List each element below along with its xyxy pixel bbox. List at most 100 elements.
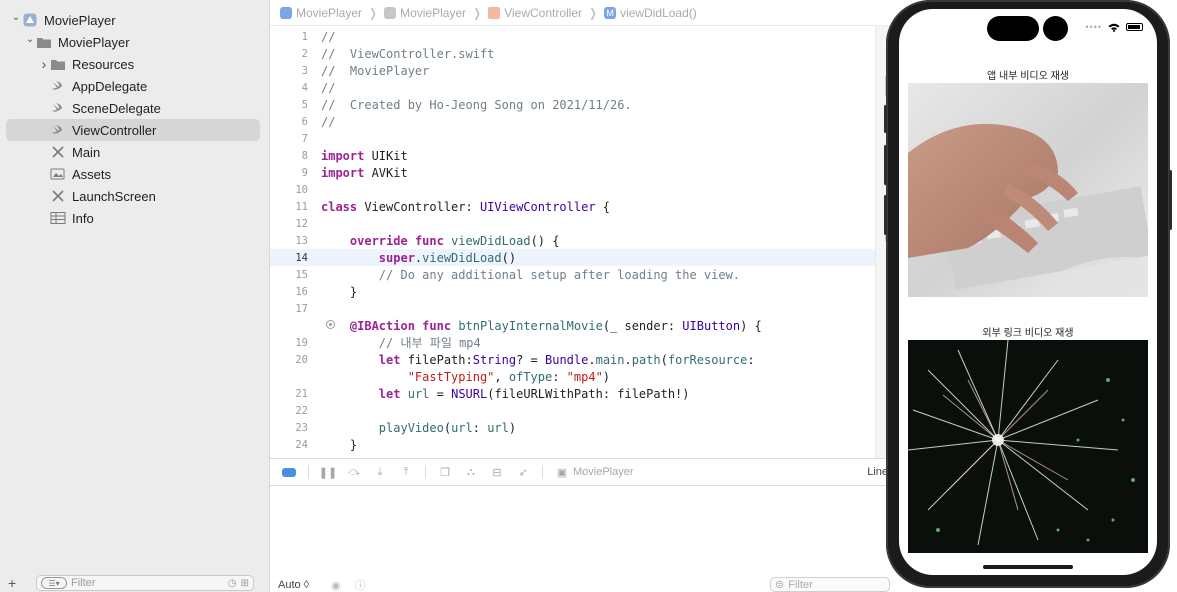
navigator-item[interactable]: SceneDelegate <box>6 97 260 119</box>
simulate-location-icon[interactable]: ➶ <box>516 466 530 479</box>
crumb-project[interactable]: MoviePlayer <box>280 6 362 20</box>
pause-icon[interactable]: ❚❚ <box>319 466 337 479</box>
line-number[interactable]: 10 <box>270 184 308 196</box>
code-line[interactable]: 15 // Do any additional setup after load… <box>270 266 875 283</box>
console-filter-field[interactable]: ⊜ Filter <box>770 577 890 592</box>
line-number[interactable]: 15 <box>270 269 308 281</box>
navigator-item[interactable]: Main <box>6 141 260 163</box>
line-number[interactable]: 8 <box>270 150 308 162</box>
line-number[interactable]: 14 <box>270 252 308 264</box>
chevron-down-icon[interactable]: ⌄ <box>10 11 22 23</box>
line-number[interactable]: 7 <box>270 133 308 145</box>
line-number[interactable]: 12 <box>270 218 308 230</box>
code-line[interactable]: 1 // <box>270 28 875 45</box>
mute-switch[interactable] <box>884 195 887 235</box>
line-number[interactable]: 19 <box>270 337 308 349</box>
chevron-down-icon[interactable]: ⌄ <box>24 33 36 45</box>
code-line[interactable]: 16 } <box>270 283 875 300</box>
code-line[interactable]: 10 <box>270 181 875 198</box>
source-editor[interactable]: 1 // 2 // ViewController.swift 3 // MoviePlay… <box>270 26 875 458</box>
line-number[interactable]: 1 <box>270 31 308 43</box>
navigator-item[interactable]: ⌄ MoviePlayer <box>6 31 260 53</box>
output-selector[interactable]: Auto ◊ <box>278 579 309 591</box>
code-line[interactable]: 21 let url = NSURL(fileURLWithPath: file… <box>270 385 875 402</box>
environment-overrides-icon[interactable]: ⊟ <box>490 466 504 479</box>
code-line[interactable]: 6 // <box>270 113 875 130</box>
code-line[interactable]: 12 <box>270 215 875 232</box>
code-line[interactable]: 24 } <box>270 436 875 453</box>
navigator-item[interactable]: ViewController <box>6 119 260 141</box>
volume-up-button[interactable] <box>884 105 887 133</box>
code-line[interactable]: 4 // <box>270 79 875 96</box>
code-line[interactable]: @IBAction func btnPlayInternalMovie(_ se… <box>270 317 875 334</box>
line-number[interactable]: 4 <box>270 82 308 94</box>
code-line[interactable]: 3 // MoviePlayer <box>270 62 875 79</box>
simulator-device: •••• 앱 내부 비디오 재생 외부 링크 비디오 재생 <box>884 0 1172 588</box>
line-number[interactable]: 6 <box>270 116 308 128</box>
navigator-item[interactable]: AppDelegate <box>6 75 260 97</box>
step-over-icon[interactable]: ⤼ <box>347 466 361 478</box>
scm-filter-icon[interactable]: ⊞ <box>241 578 249 589</box>
info-icon[interactable]: ⓘ <box>355 577 366 592</box>
step-out-icon[interactable]: ⤒ <box>399 466 413 478</box>
navigator-item[interactable]: Info <box>6 207 260 229</box>
code-line[interactable]: "FastTyping", ofType: "mp4") <box>270 368 875 385</box>
code-line[interactable]: 9 import AVKit <box>270 164 875 181</box>
internal-video-button[interactable]: 앱 내부 비디오 재생 <box>899 67 1157 82</box>
volume-down-button[interactable] <box>884 145 887 185</box>
navigator-item[interactable]: Assets <box>6 163 260 185</box>
recent-files-icon[interactable]: ◷ <box>228 578 237 589</box>
crumb-method[interactable]: M viewDidLoad() <box>604 6 697 20</box>
eye-icon[interactable]: ◉ <box>331 579 341 592</box>
folder-icon <box>384 6 397 19</box>
code-line[interactable]: 19 // 내부 파일 mp4 <box>270 334 875 351</box>
external-video-button[interactable]: 외부 링크 비디오 재생 <box>899 324 1157 339</box>
chevron-right-icon[interactable]: › <box>38 56 50 72</box>
add-file-button[interactable]: + <box>8 575 22 591</box>
step-into-icon[interactable]: ⤓ <box>373 466 387 478</box>
code-line[interactable]: 8 import UIKit <box>270 147 875 164</box>
line-number[interactable]: 11 <box>270 201 308 213</box>
code-line[interactable]: 7 <box>270 130 875 147</box>
line-number[interactable]: 2 <box>270 48 308 60</box>
line-number[interactable]: 17 <box>270 303 308 315</box>
chevron-right-icon: ❭ <box>472 5 483 20</box>
line-number[interactable]: 22 <box>270 405 308 417</box>
line-number[interactable]: 23 <box>270 422 308 434</box>
code-line[interactable]: 5 // Created by Ho-Jeong Song on 2021/11/… <box>270 96 875 113</box>
power-button[interactable] <box>1169 170 1172 230</box>
filter-options-icon[interactable]: ☰▾ <box>41 577 67 589</box>
code-line[interactable]: 13 override func viewDidLoad() { <box>270 232 875 249</box>
code-line[interactable]: 11 class ViewController: UIViewController… <box>270 198 875 215</box>
toggle-debug-area-button[interactable] <box>282 467 296 477</box>
navigator-filter-field[interactable]: ☰▾ Filter ◷ ⊞ <box>36 575 254 591</box>
simulator-screen[interactable]: •••• 앱 내부 비디오 재생 외부 링크 비디오 재생 <box>899 9 1157 575</box>
code-line[interactable]: 23 playVideo(url: url) <box>270 419 875 436</box>
code-line[interactable]: 14 super.viewDidLoad() <box>270 249 875 266</box>
code-line[interactable]: 17 <box>270 300 875 317</box>
code-line[interactable]: 20 let filePath:String? = Bundle.main.pa… <box>270 351 875 368</box>
line-number[interactable]: 5 <box>270 99 308 111</box>
wifi-icon <box>1108 23 1120 32</box>
line-number[interactable]: 16 <box>270 286 308 298</box>
line-number[interactable]: 3 <box>270 65 308 77</box>
line-number[interactable]: 24 <box>270 439 308 451</box>
line-number[interactable]: 9 <box>270 167 308 179</box>
memory-graph-icon[interactable]: ⛬ <box>464 466 478 478</box>
navigator-item[interactable]: LaunchScreen <box>6 185 260 207</box>
code-line[interactable]: 22 <box>270 402 875 419</box>
code-line[interactable]: 2 // ViewController.swift <box>270 45 875 62</box>
folder-icon <box>50 57 66 71</box>
navigator-item[interactable]: ⌄ MoviePlayer <box>6 9 260 31</box>
line-number[interactable]: 21 <box>270 388 308 400</box>
line-number[interactable]: 13 <box>270 235 308 247</box>
external-video-view[interactable] <box>908 340 1148 553</box>
code-text: import UIKit <box>321 148 408 163</box>
internal-video-view[interactable] <box>908 83 1148 297</box>
line-number[interactable] <box>270 319 335 332</box>
crumb-group[interactable]: MoviePlayer <box>384 6 466 20</box>
view-hierarchy-icon[interactable]: ❒ <box>438 466 452 479</box>
crumb-file[interactable]: ViewController <box>488 6 582 20</box>
line-number[interactable]: 20 <box>270 354 308 366</box>
navigator-item[interactable]: › Resources <box>6 53 260 75</box>
